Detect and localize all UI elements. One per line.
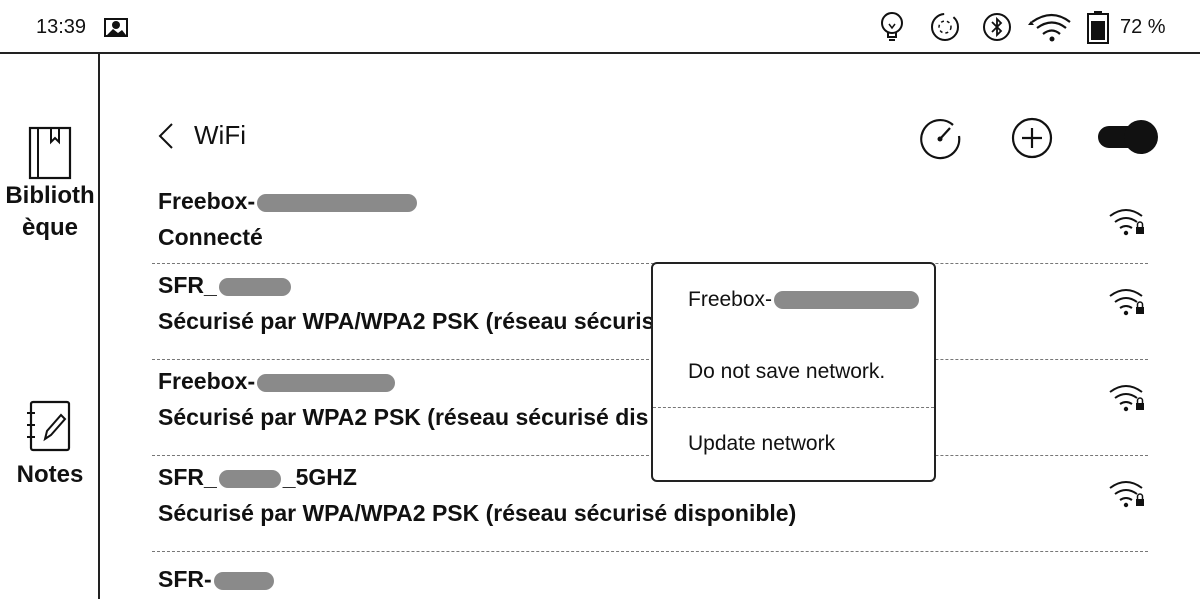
do-not-save-network-item[interactable]: Do not save network.	[653, 336, 934, 408]
sidebar-item-library[interactable]: Biblioth èque	[0, 126, 100, 244]
wifi-icon	[1028, 13, 1071, 42]
network-name: SFR_ _5GHZ	[158, 464, 357, 490]
redacted-text	[257, 193, 418, 212]
network-row[interactable]: Freebox- Connecté	[152, 180, 1148, 264]
redacted-text	[257, 373, 396, 392]
wifi-lock-icon	[1109, 385, 1144, 412]
network-name: Freebox-	[158, 188, 418, 215]
update-network-item[interactable]: Update network	[653, 408, 934, 480]
redacted-text	[218, 469, 281, 488]
battery-percent: 72 %	[1120, 16, 1166, 38]
network-status: Sécurisé par WPA2 PSK (réseau sécurisé d…	[158, 404, 649, 430]
sidebar-item-label-2: èque	[21, 214, 78, 241]
status-bar: 13:39 72 %	[0, 0, 1200, 54]
redacted-text	[774, 291, 920, 309]
network-row[interactable]: SFR_ _5GHZ Sécurisé par WPA/WPA2 PSK (rés…	[152, 456, 1148, 552]
image-icon	[104, 18, 128, 37]
page-title: WiFi	[194, 120, 246, 150]
network-name: Freebox-	[158, 368, 396, 395]
add-icon[interactable]	[1010, 116, 1054, 160]
network-context-menu: Freebox- Do not save network. Update net…	[651, 262, 936, 482]
wifi-lock-icon	[1109, 481, 1144, 508]
sidebar: Biblioth èque Notes	[0, 54, 100, 599]
network-row[interactable]: Freebox- Sécurisé par WPA2 PSK (réseau s…	[152, 360, 1148, 456]
sidebar-item-label: Biblioth	[5, 182, 95, 209]
bluetooth-icon	[983, 13, 1011, 41]
network-status: Sécurisé par WPA/WPA2 PSK (réseau sécuri…	[158, 308, 655, 334]
network-name: SFR-	[158, 566, 274, 593]
wifi-toggle[interactable]	[1097, 119, 1159, 155]
network-status: Connecté	[158, 224, 263, 250]
sync-icon	[931, 13, 959, 41]
network-row[interactable]: SFR-	[152, 552, 1148, 596]
sidebar-item-label: Notes	[16, 461, 84, 488]
network-list: Freebox- Connecté SFR_ Sécurisé par WPA/…	[152, 180, 1148, 596]
network-name: SFR_	[158, 272, 291, 299]
popup-network-name: Freebox-	[653, 264, 934, 336]
network-row[interactable]: SFR_ Sécurisé par WPA/WPA2 PSK (réseau s…	[152, 264, 1148, 360]
redacted-text	[218, 277, 291, 296]
notes-icon	[27, 400, 71, 452]
clock: 13:39	[36, 16, 87, 38]
bulb-icon	[881, 12, 903, 41]
back-icon[interactable]	[156, 120, 176, 152]
wifi-lock-icon	[1109, 209, 1144, 236]
library-book-icon	[28, 126, 72, 180]
sidebar-item-notes[interactable]: Notes	[0, 399, 100, 491]
redacted-text	[213, 571, 274, 590]
battery-icon	[1087, 11, 1109, 44]
wifi-lock-icon	[1109, 289, 1144, 316]
network-status: Sécurisé par WPA/WPA2 PSK (réseau sécuri…	[158, 500, 797, 526]
speed-test-icon[interactable]	[919, 116, 963, 160]
